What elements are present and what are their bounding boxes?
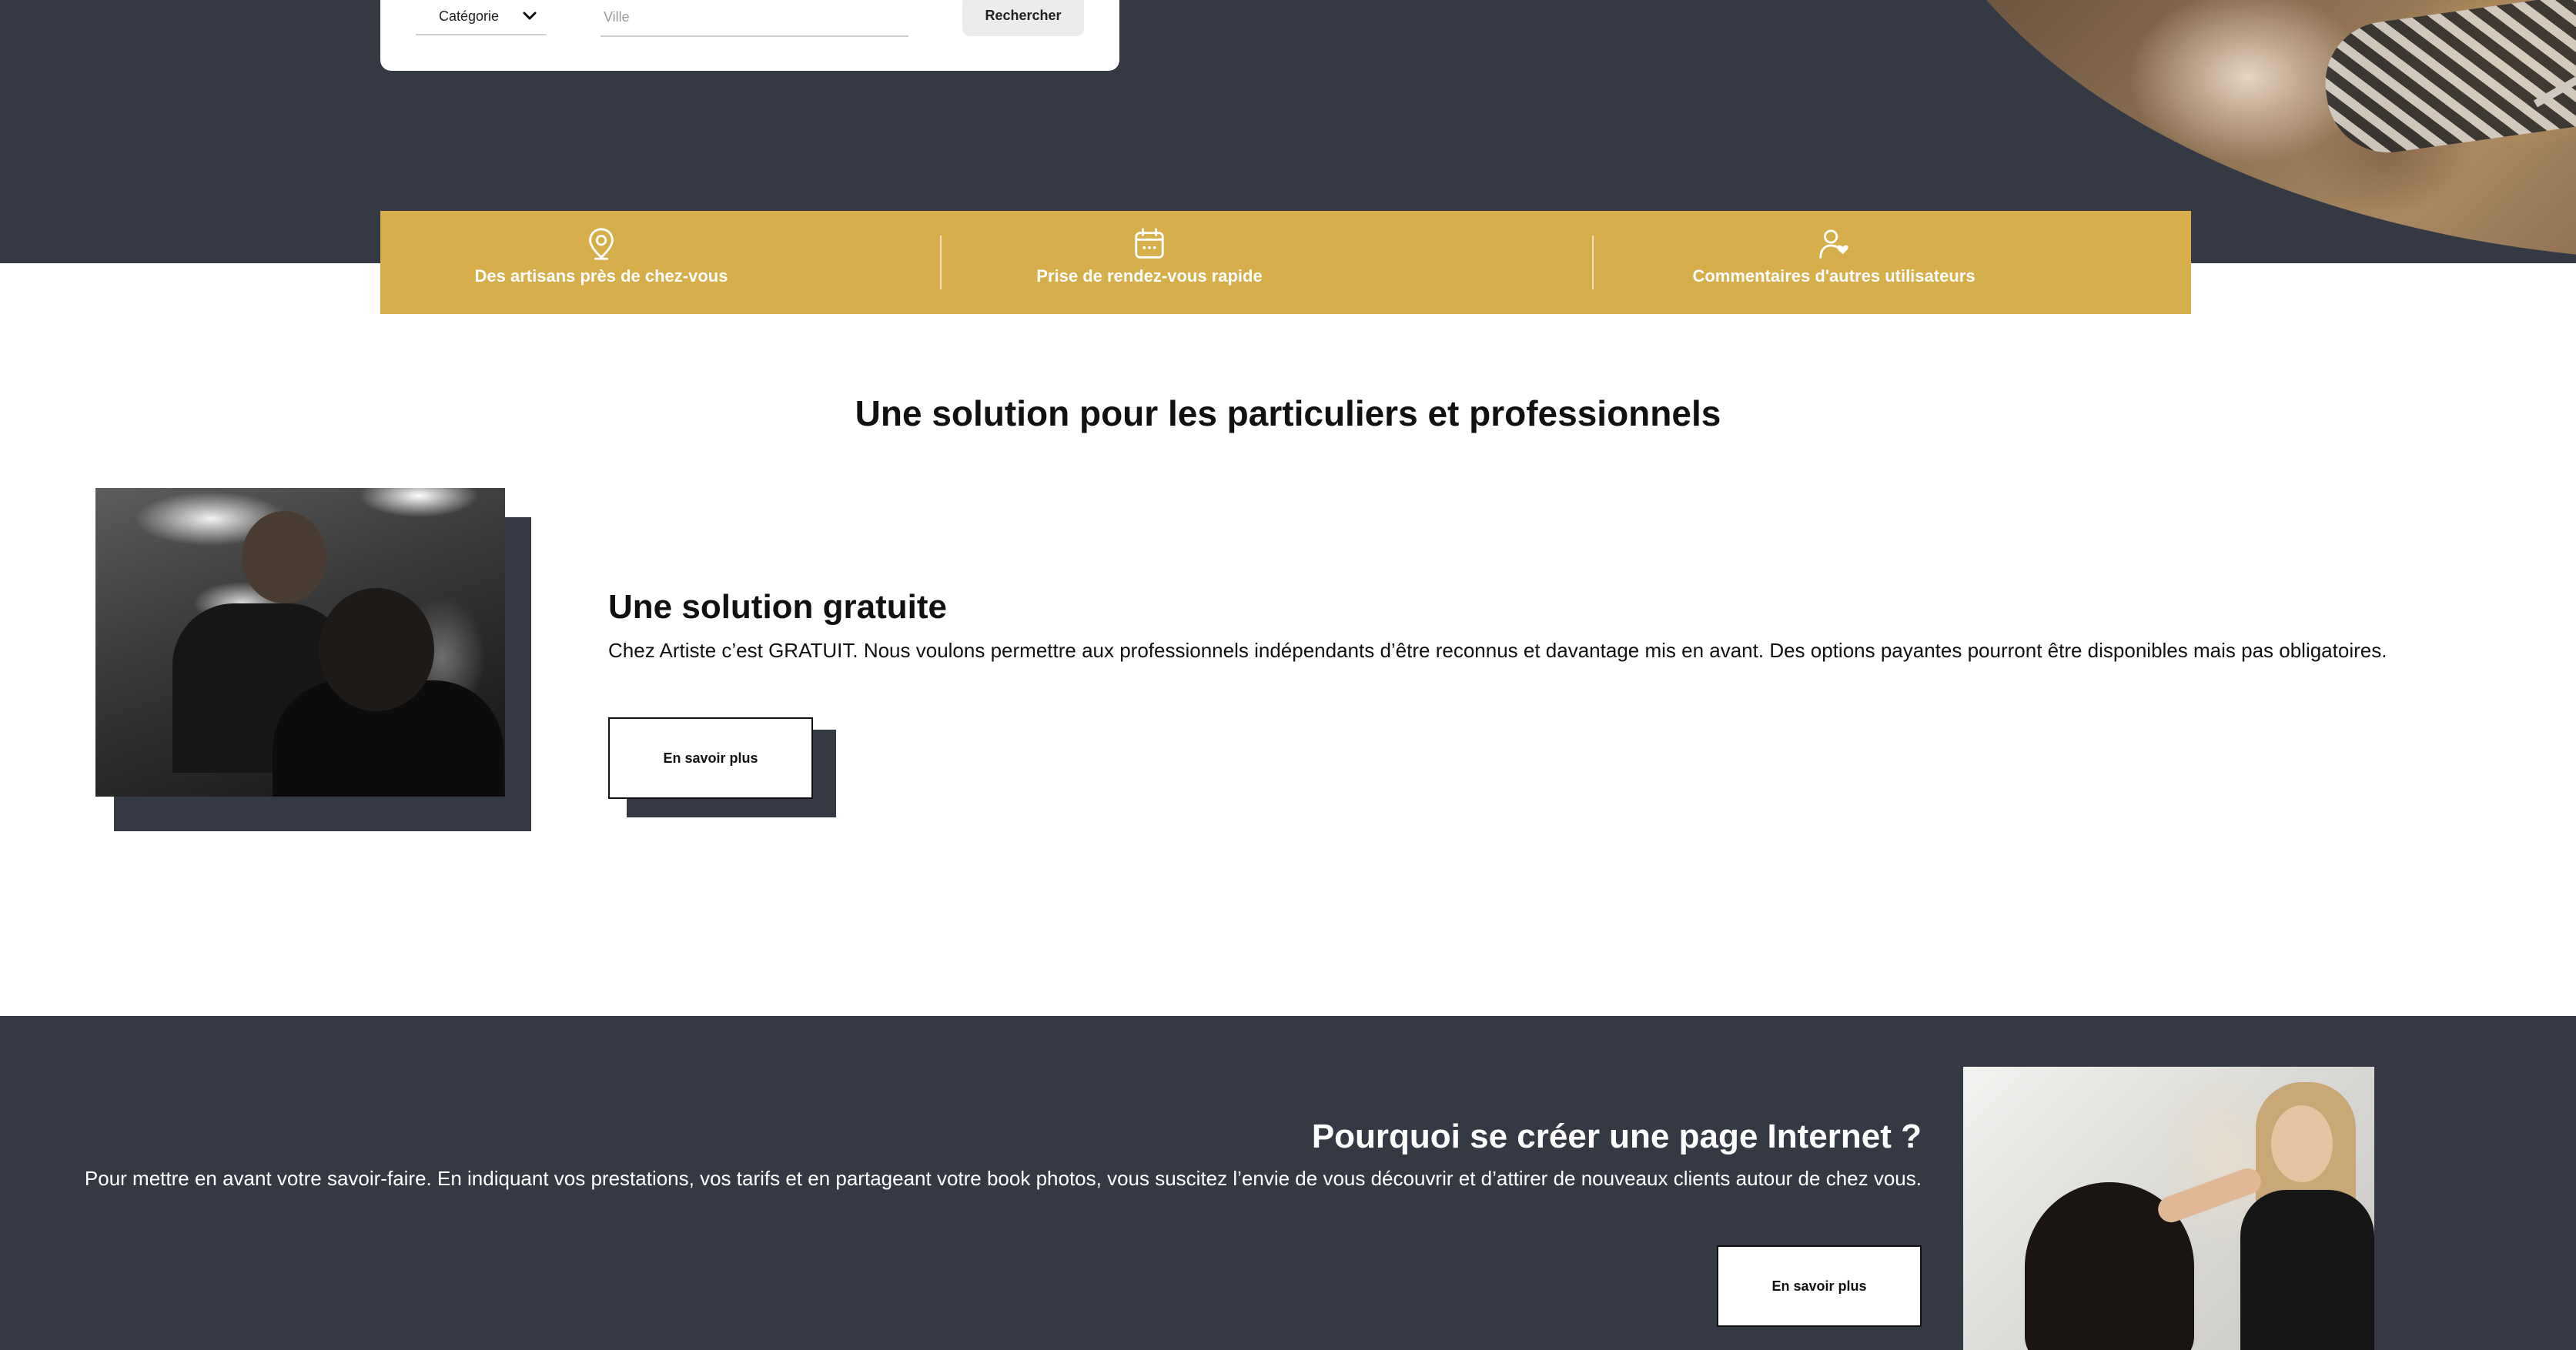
location-pin-icon bbox=[589, 228, 614, 260]
why-website-section: Pourquoi se créer une page Internet ? Po… bbox=[0, 1016, 2576, 1350]
learn-more-button[interactable]: En savoir plus bbox=[608, 717, 813, 799]
chevron-down-icon bbox=[523, 12, 537, 20]
learn-more-button[interactable]: En savoir plus bbox=[1717, 1245, 1922, 1327]
feature-label: Des artisans près de chez-vous bbox=[474, 266, 728, 286]
feature-label: Prise de rendez-vous rapide bbox=[1036, 266, 1263, 286]
page: Catégorie Rechercher Des artisans près d… bbox=[0, 0, 2576, 1350]
features-bar: Des artisans près de chez-vous Prise de … bbox=[380, 211, 2191, 314]
search-box: Catégorie Rechercher bbox=[380, 0, 1119, 71]
barber-photo bbox=[95, 488, 505, 797]
search-button[interactable]: Rechercher bbox=[962, 0, 1084, 36]
feature-nearby-artisans: Des artisans près de chez-vous bbox=[380, 211, 822, 314]
why-website-text: Pour mettre en avant votre savoir-faire.… bbox=[84, 1167, 1922, 1190]
category-select-label: Catégorie bbox=[439, 8, 500, 24]
free-solution-text: Chez Artiste c’est GRATUIT. Nous voulons… bbox=[608, 639, 2387, 662]
feature-user-reviews: Commentaires d'autres utilisateurs bbox=[1477, 211, 2191, 314]
hairdresser-photo bbox=[1963, 1067, 2374, 1350]
city-input[interactable] bbox=[601, 0, 908, 37]
free-solution-heading: Une solution gratuite bbox=[608, 588, 947, 626]
feature-quick-appointment: Prise de rendez-vous rapide bbox=[822, 211, 1477, 314]
user-heart-icon bbox=[1819, 229, 1848, 259]
category-select[interactable]: Catégorie bbox=[416, 0, 547, 35]
section-title: Une solution pour les particuliers et pr… bbox=[855, 393, 1721, 433]
calendar-icon bbox=[1135, 228, 1164, 259]
why-website-heading: Pourquoi se créer une page Internet ? bbox=[1311, 1118, 1922, 1155]
feature-label: Commentaires d'autres utilisateurs bbox=[1692, 266, 1975, 286]
